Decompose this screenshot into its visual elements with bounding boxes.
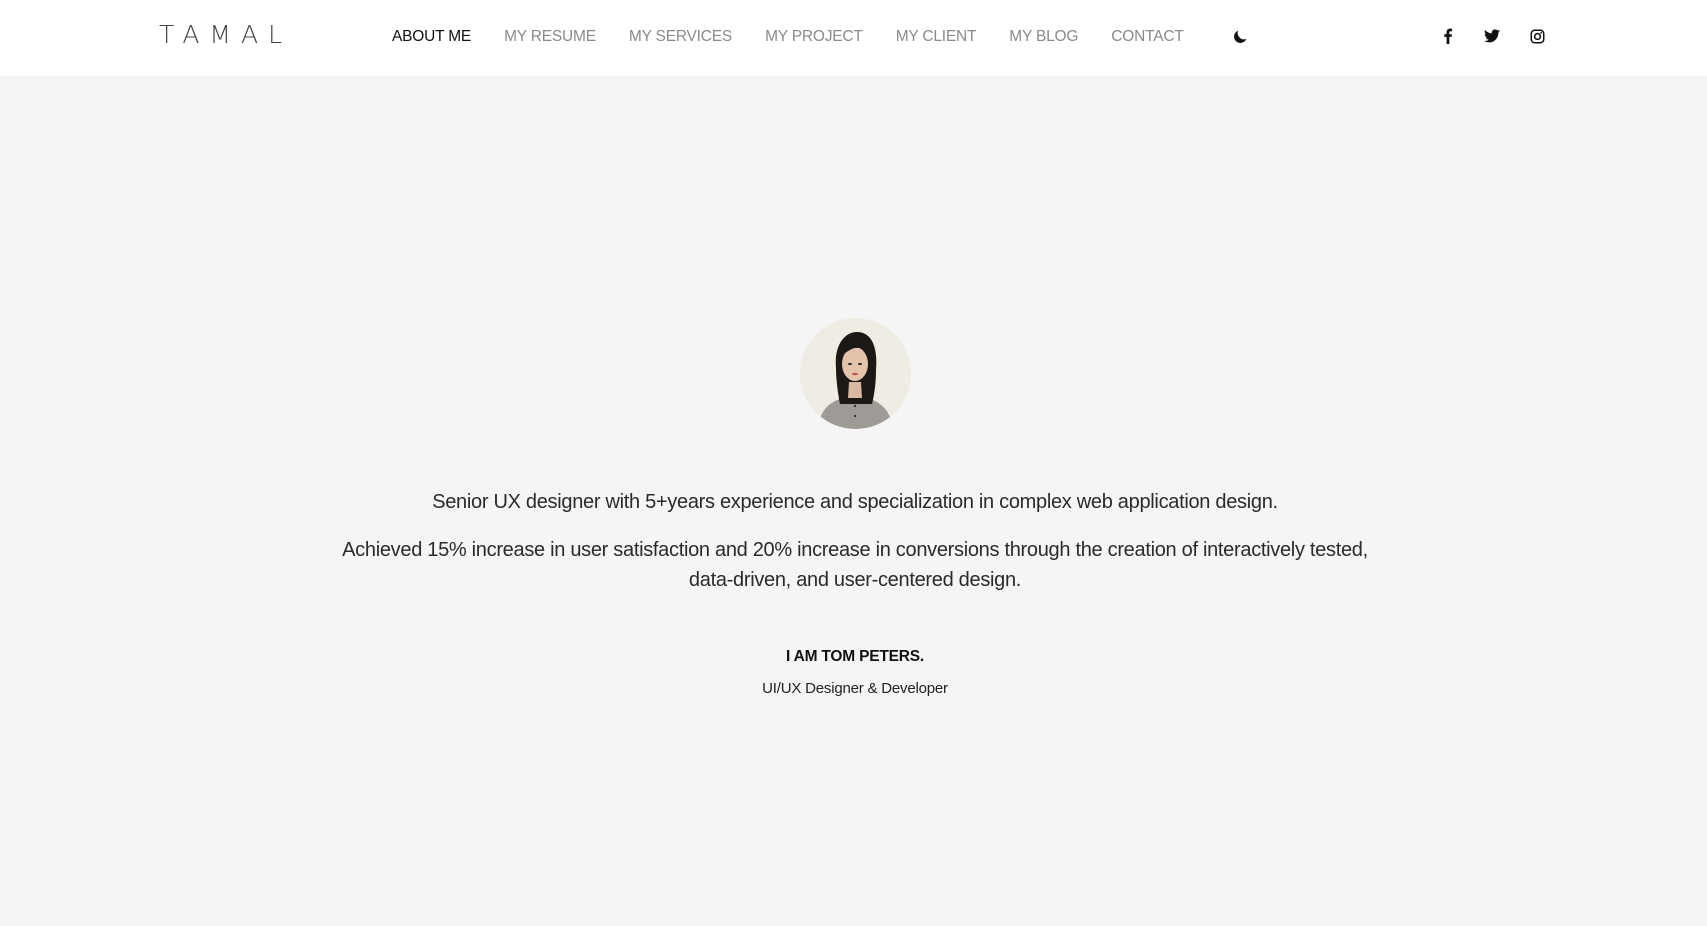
facebook-icon[interactable]	[1439, 27, 1457, 45]
nav-my-services[interactable]: MY SERVICES	[629, 27, 732, 47]
nav-about-me[interactable]: ABOUT ME	[392, 27, 471, 47]
logo-text: TAMAL	[159, 20, 293, 49]
site-header: TAMAL ABOUT ME MY RESUME MY SERVICES MY …	[0, 0, 1707, 76]
nav-my-resume[interactable]: MY RESUME	[504, 27, 596, 47]
bio-summary: Senior UX designer with 5+years experien…	[432, 491, 1278, 513]
main-nav: ABOUT ME MY RESUME MY SERVICES MY PROJEC…	[392, 27, 1217, 47]
nav-my-client[interactable]: MY CLIENT	[896, 27, 977, 47]
site-logo[interactable]: TAMAL	[159, 22, 292, 48]
profile-name: I AM TOM PETERS.	[785, 648, 925, 665]
twitter-icon[interactable]	[1483, 27, 1501, 45]
profile-role: UI/UX Designer & Developer	[762, 680, 948, 697]
instagram-icon[interactable]	[1528, 27, 1546, 45]
nav-my-project[interactable]: MY PROJECT	[765, 27, 863, 47]
bio-achievements: Achieved 15% increase in user satisfacti…	[342, 539, 1368, 591]
nav-my-blog[interactable]: MY BLOG	[1009, 27, 1078, 47]
moon-icon[interactable]	[1231, 28, 1249, 46]
profile-avatar	[800, 318, 911, 429]
nav-contact[interactable]: CONTACT	[1111, 27, 1184, 47]
